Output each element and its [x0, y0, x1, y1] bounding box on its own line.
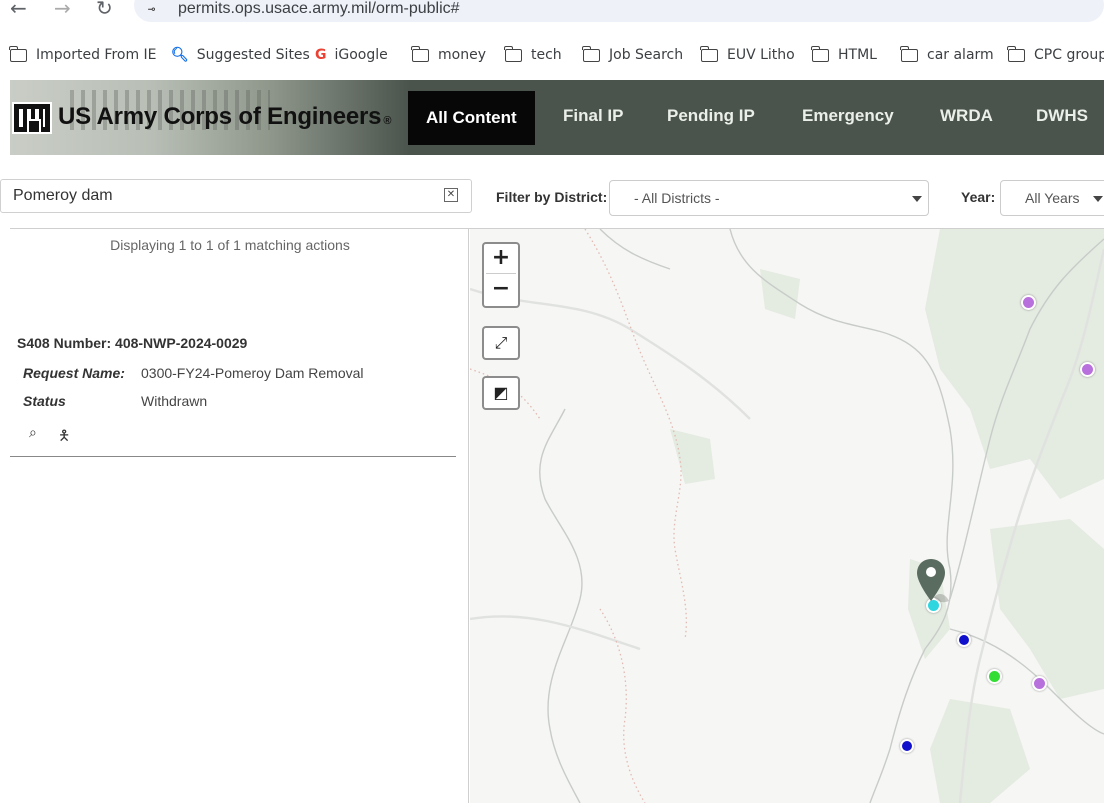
map-forest-areas: [670, 229, 1104, 803]
details-search-icon[interactable]: ⌕: [29, 425, 37, 441]
folder-icon: [411, 45, 429, 62]
nav-emergency[interactable]: Emergency: [802, 104, 894, 128]
zoom-separator: [486, 273, 516, 274]
bookmark-euv-litho[interactable]: EUV Litho: [700, 42, 795, 68]
map-marker-blue[interactable]: [957, 633, 971, 647]
browser-chrome: ← → ↻ ⊸ permits.ops.usace.army.mil/orm-p…: [0, 0, 1104, 80]
result-record[interactable]: S408 Number: 408-NWP-2024-0029 Request N…: [10, 333, 456, 457]
bookmark-suggested-sites[interactable]: 🔍︎ Suggested Sites: [171, 42, 310, 68]
draw-icon: ⤢: [494, 333, 508, 352]
bookmark-label: Job Search: [609, 47, 684, 63]
bookmark-igoogle[interactable]: G iGoogle: [315, 42, 388, 68]
district-filter-label: Filter by District:: [496, 189, 608, 205]
map-state-boundaries: [470, 229, 688, 803]
map-marker-purple[interactable]: [1080, 362, 1095, 377]
map-pin-icon[interactable]: [916, 557, 950, 605]
clear-icon[interactable]: ✕: [444, 188, 458, 202]
folder-icon: [811, 45, 829, 62]
bookmarks-bar: Imported From IE 🔍︎ Suggested Sites G iG…: [0, 42, 1104, 68]
year-select[interactable]: All Years: [1000, 180, 1104, 216]
bookmark-label: EUV Litho: [727, 47, 795, 63]
bookmark-car-alarm[interactable]: car alarm: [900, 42, 994, 68]
folder-icon: [1007, 45, 1025, 62]
draw-control[interactable]: ⤢: [482, 326, 520, 360]
folder-icon: [900, 45, 918, 62]
registered-mark: ®: [383, 115, 392, 127]
zoom-out-icon[interactable]: −: [484, 275, 518, 304]
bookmark-cpc-group[interactable]: CPC group: [1007, 42, 1104, 68]
map-marker-purple[interactable]: [1021, 295, 1036, 310]
year-select-value: All Years: [1025, 190, 1080, 206]
nav-dwhs[interactable]: DWHS: [1036, 104, 1088, 128]
usace-castle-icon[interactable]: [12, 102, 52, 134]
search-input[interactable]: [13, 180, 433, 212]
record-s408-number[interactable]: S408 Number: 408-NWP-2024-0029: [17, 335, 247, 351]
results-panel: Displaying 1 to 1 of 1 matching actions …: [10, 229, 469, 803]
person-icon[interactable]: 🯅: [58, 425, 70, 449]
bookmark-label: tech: [531, 47, 562, 63]
folder-icon: [9, 45, 27, 62]
map-canvas: [470, 229, 1104, 803]
chevron-down-icon: [1093, 196, 1103, 202]
bookmark-label: Imported From IE: [36, 47, 157, 63]
fullscreen-control[interactable]: ◩: [482, 376, 520, 410]
google-icon: G: [315, 47, 327, 63]
year-filter-label: Year:: [961, 189, 996, 205]
bookmark-label: Suggested Sites: [196, 47, 310, 63]
bookmark-label: car alarm: [927, 47, 994, 63]
forward-arrow-icon[interactable]: →: [54, 0, 71, 20]
bookmark-job-search[interactable]: Job Search: [582, 42, 684, 68]
reload-icon[interactable]: ↻: [96, 0, 113, 20]
record-request-label: Request Name:: [23, 365, 125, 381]
fullscreen-icon: ◩: [493, 383, 509, 402]
bookmark-html[interactable]: HTML: [811, 42, 877, 68]
bookmark-imported-from-ie[interactable]: Imported From IE: [9, 42, 157, 68]
map-marker-green[interactable]: [987, 669, 1002, 684]
district-select[interactable]: - All Districts -: [609, 180, 929, 216]
folder-icon: [700, 45, 718, 62]
site-title-text: US Army Corps of Engineers: [58, 103, 382, 130]
site-header: US Army Corps of Engineers ® All Content …: [10, 80, 1104, 155]
filter-row: ✕ Filter by District: - All Districts - …: [0, 155, 1104, 228]
folder-icon: [582, 45, 600, 62]
map-marker-blue[interactable]: [900, 739, 914, 753]
zoom-in-icon[interactable]: +: [484, 244, 518, 273]
browser-nav-row: ← → ↻ ⊸ permits.ops.usace.army.mil/orm-p…: [0, 0, 1104, 28]
results-count: Displaying 1 to 1 of 1 matching actions: [110, 237, 350, 253]
nav-wrda[interactable]: WRDA: [940, 104, 993, 128]
address-url[interactable]: permits.ops.usace.army.mil/orm-public#: [178, 0, 460, 18]
back-arrow-icon[interactable]: ←: [10, 0, 27, 20]
nav-pending-ip[interactable]: Pending IP: [667, 104, 755, 128]
nav-all-content[interactable]: All Content: [408, 91, 535, 145]
bookmark-label: CPC group: [1034, 47, 1104, 63]
record-request-value: 0300-FY24-Pomeroy Dam Removal: [141, 365, 364, 381]
search-box: ✕: [0, 179, 472, 213]
record-status-value: Withdrawn: [141, 393, 208, 409]
folder-icon: [504, 45, 522, 62]
chevron-down-icon: [912, 196, 922, 202]
map-marker-purple[interactable]: [1032, 676, 1047, 691]
site-info-icon[interactable]: ⊸: [148, 2, 155, 16]
map-view[interactable]: + − ⤢ ◩: [470, 229, 1104, 803]
search-icon: 🔍︎: [171, 47, 189, 63]
site-title[interactable]: US Army Corps of Engineers ®: [58, 103, 391, 131]
zoom-control: + −: [482, 242, 520, 308]
district-select-value: - All Districts -: [634, 190, 720, 206]
bookmark-label: HTML: [838, 47, 877, 63]
record-status-label: Status: [23, 393, 66, 409]
bookmark-tech[interactable]: tech: [504, 42, 562, 68]
address-bar[interactable]: ⊸ permits.ops.usace.army.mil/orm-public#: [134, 0, 1104, 22]
nav-final-ip[interactable]: Final IP: [563, 104, 623, 128]
bookmark-money[interactable]: money: [411, 42, 486, 68]
bookmark-label: money: [438, 47, 486, 63]
bookmark-label: iGoogle: [334, 47, 388, 63]
